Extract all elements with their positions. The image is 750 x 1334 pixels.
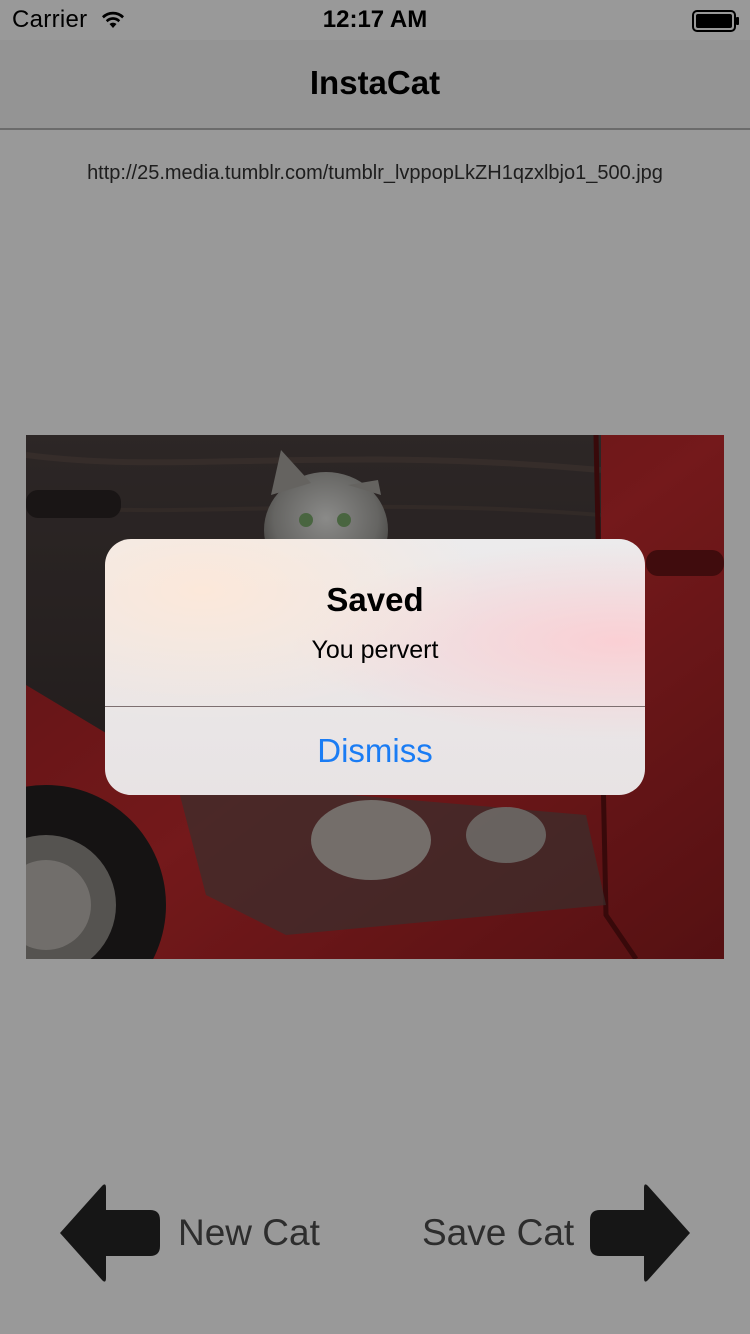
dismiss-button[interactable]: Dismiss — [105, 707, 645, 795]
alert-title: Saved — [326, 581, 424, 618]
saved-alert-dialog: Saved You pervert Dismiss — [105, 539, 645, 795]
alert-message: You pervert — [311, 636, 439, 664]
